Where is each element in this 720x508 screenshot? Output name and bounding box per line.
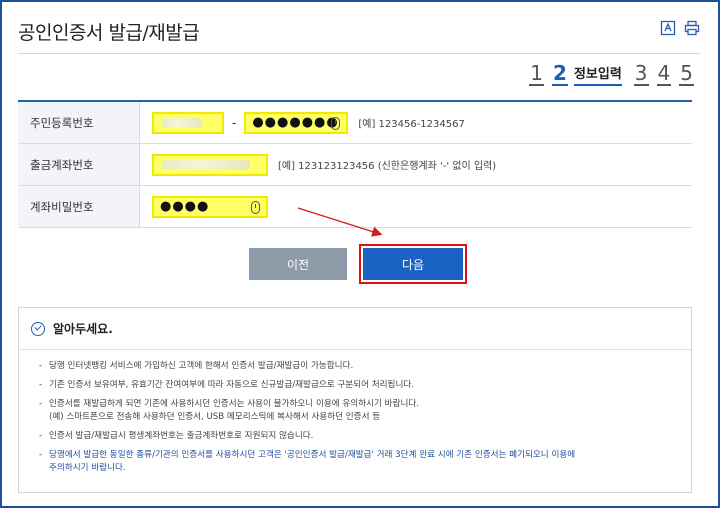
notice-item-example: (예) 스마트폰으로 전송해 사용하던 인증서, USB 메모리스틱에 복사해서… [49, 412, 381, 422]
resident-number-hint: [예] 123456-1234567 [358, 119, 465, 130]
page-title: 공인인증서 발급/재발급 [18, 22, 200, 44]
step-4: 4 [656, 61, 672, 86]
virtual-keyboard-mouse-icon[interactable] [331, 116, 341, 130]
notice-item-text: 당행에서 발급한 동일한 종류/기관의 인증서를 사용하시던 고객은 '공인인증… [49, 450, 576, 460]
resident-number-dash: - [232, 115, 237, 130]
resident-number-front-input[interactable] [152, 111, 224, 134]
step-active-label: 정보입력 [573, 66, 622, 86]
form-row-resident-number: 주민등록번호 - ●●●●●●● [예] 123456-1234567 [18, 102, 692, 144]
form-row-account-number: 출금계좌번호 [예] 123123123456 (신한은행계좌 '-' 없이 입… [18, 144, 692, 186]
next-button[interactable]: 다음 [363, 248, 463, 280]
masked-value [162, 117, 202, 128]
masked-value [162, 159, 250, 170]
notice-title: 알아두세요. [53, 322, 113, 336]
notice-item: 인증서 발급/재발급시 평생계좌번호는 출금계좌번호로 지원되지 않습니다. [39, 430, 691, 443]
notice-item: 당행 인터넷뱅킹 서비스에 가입하신 고객에 한해서 인증서 발급/재발급이 가… [39, 360, 691, 373]
step-indicator: 1 2 정보입력 3 4 5 [529, 62, 694, 86]
page-header: 공인인증서 발급/재발급 [18, 14, 700, 54]
step-2-active: 2 [552, 61, 568, 86]
check-circle-icon [31, 321, 45, 336]
font-size-icon[interactable] [660, 20, 676, 36]
account-number-label: 출금계좌번호 [18, 144, 140, 185]
notice-list: 당행 인터넷뱅킹 서비스에 가입하신 고객에 한해서 인증서 발급/재발급이 가… [19, 350, 691, 475]
print-icon[interactable] [684, 20, 700, 36]
virtual-keyboard-mouse-icon[interactable] [251, 200, 260, 214]
account-number-input[interactable] [152, 153, 268, 176]
notice-item-important: 당행에서 발급한 동일한 종류/기관의 인증서를 사용하시던 고객은 '공인인증… [39, 449, 691, 475]
password-dots: ●●●●●●● [252, 115, 339, 130]
annotation-arrow-icon [297, 207, 383, 237]
account-password-input[interactable]: ●●●● [152, 195, 268, 218]
header-tools [660, 20, 700, 36]
notice-item: 기존 인증서 보유여부, 유효기간 잔여여부에 따라 자동으로 신규발급/재발급… [39, 379, 691, 392]
step-3: 3 [633, 61, 649, 86]
next-button-highlight: 다음 [359, 244, 467, 284]
account-password-label: 계좌비밀번호 [18, 186, 140, 227]
password-dots: ●●●● [160, 199, 210, 214]
notice-item-text-cont: 주의하시기 바랍니다. [49, 463, 126, 473]
step-5: 5 [679, 61, 694, 86]
button-bar: 이전 다음 [0, 244, 720, 284]
account-number-hint: [예] 123123123456 (신한은행계좌 '-' 없이 입력) [278, 161, 497, 172]
notice-item-text: 인증서를 재발급하게 되면 기존에 사용하시던 인증서는 사용이 불가하오니 이… [49, 399, 420, 409]
prev-button[interactable]: 이전 [249, 248, 347, 280]
resident-number-back-input[interactable]: ●●●●●●● [244, 111, 349, 134]
notice-header: 알아두세요. [19, 308, 691, 350]
notice-box: 알아두세요. 당행 인터넷뱅킹 서비스에 가입하신 고객에 한해서 인증서 발급… [18, 307, 692, 493]
step-1: 1 [529, 61, 545, 86]
notice-item: 인증서를 재발급하게 되면 기존에 사용하시던 인증서는 사용이 불가하오니 이… [39, 398, 691, 424]
resident-number-label: 주민등록번호 [18, 102, 140, 143]
